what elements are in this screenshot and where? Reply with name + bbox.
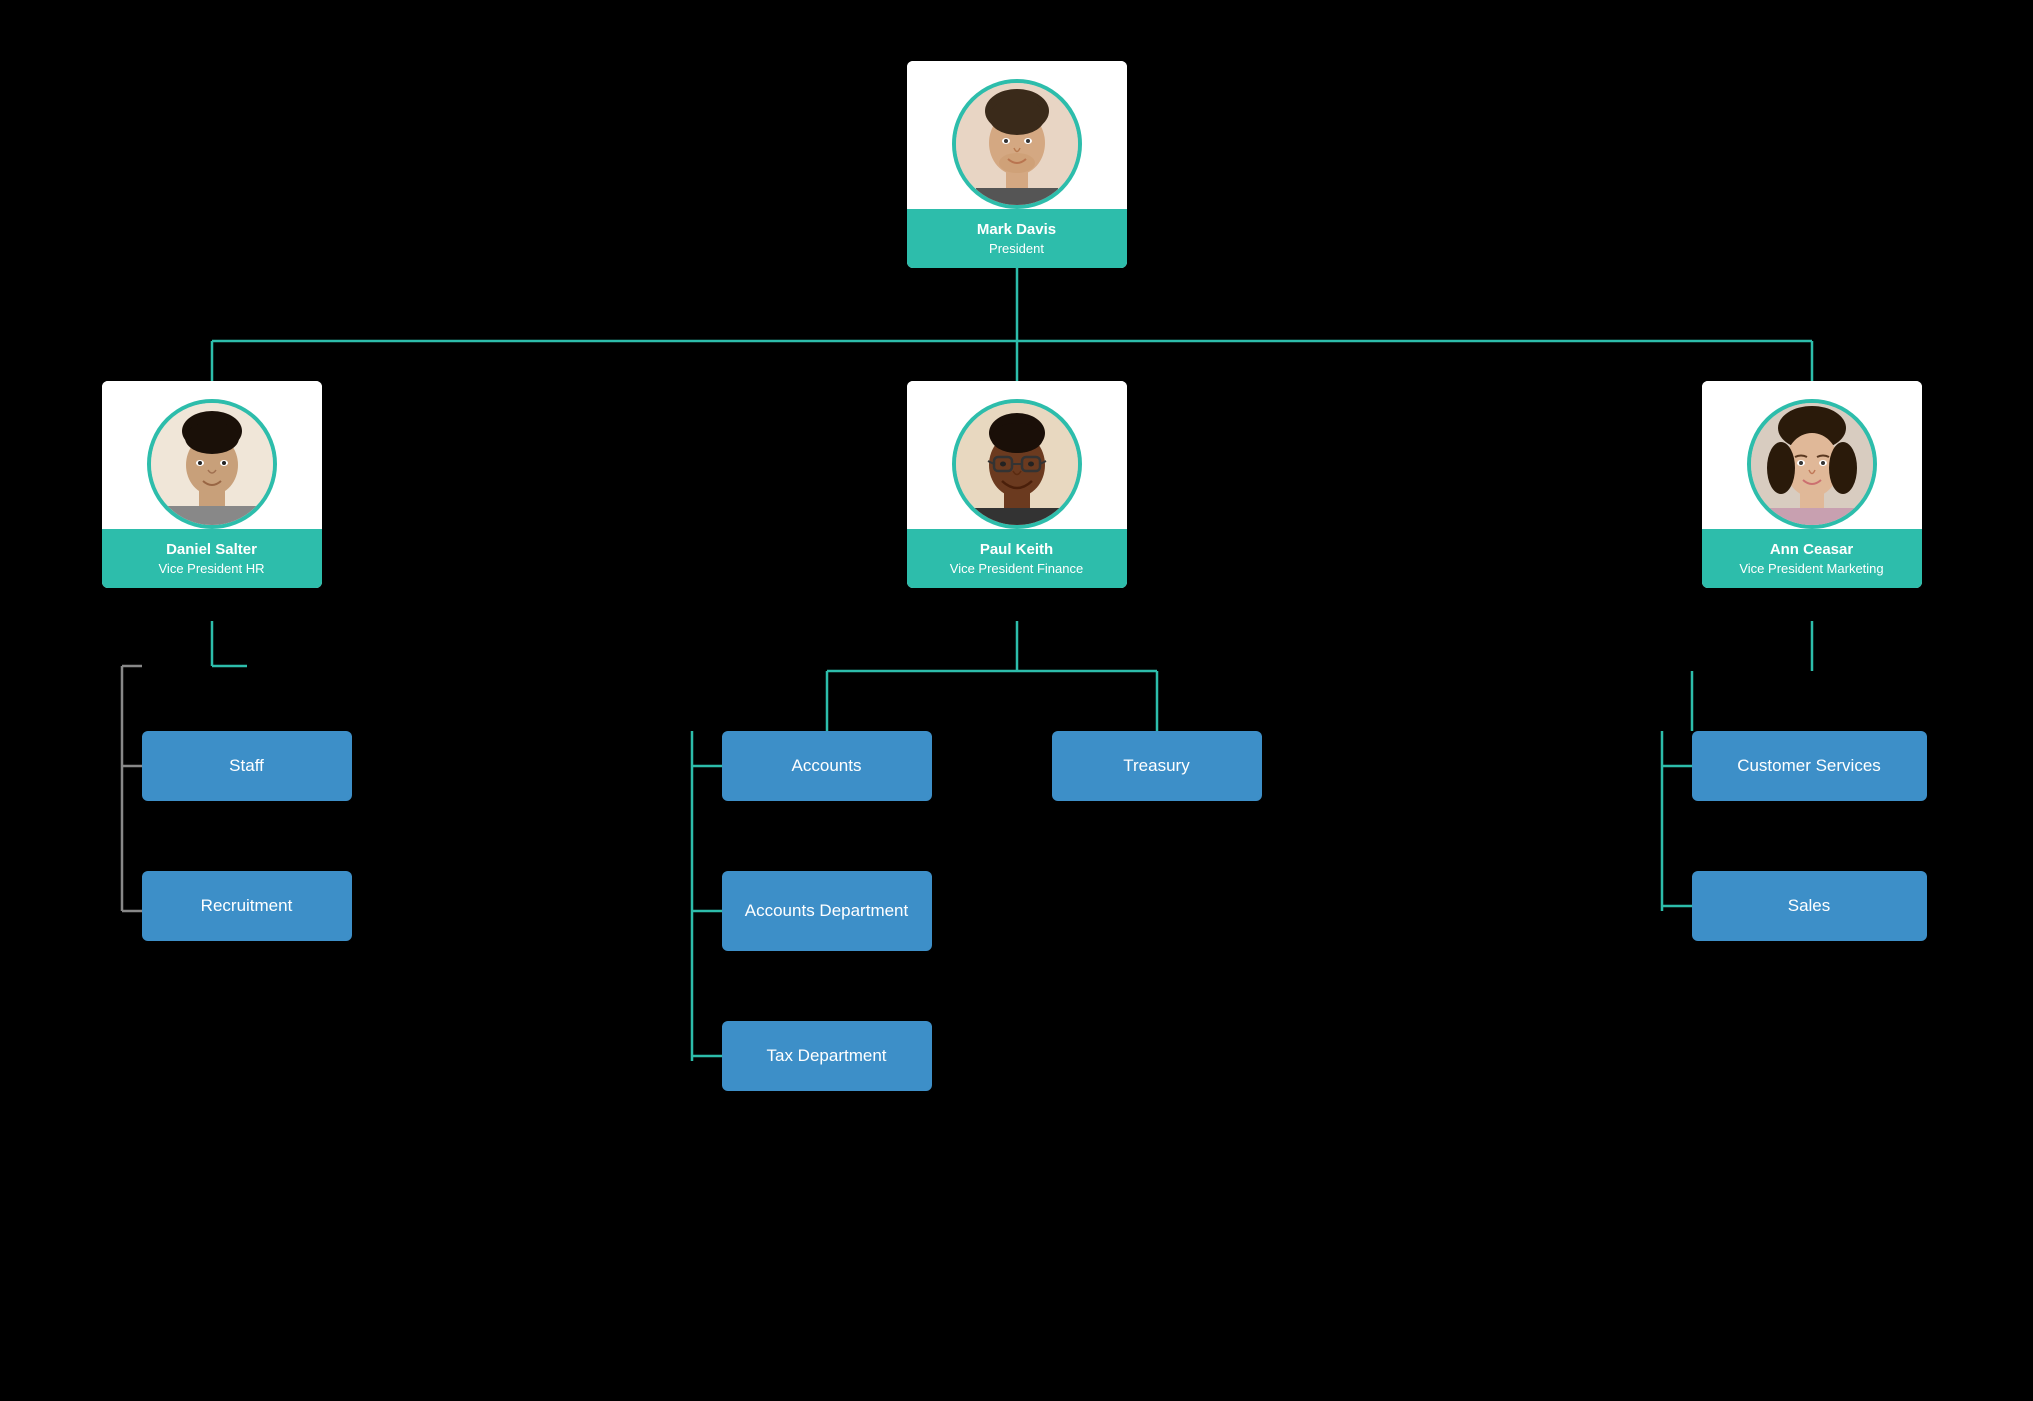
dept-box-custserv: Customer Services [1692,731,1927,801]
avatar-wrap-paul [907,381,1127,529]
card-label-paul: Paul Keith Vice President Finance [907,529,1127,588]
org-chart: Mark Davis President [42,31,1992,1371]
dept-label-recruitment: Recruitment [201,896,293,916]
dept-label-custserv: Customer Services [1737,756,1881,776]
avatar-wrap-daniel [102,381,322,529]
person-title-paul: Vice President Finance [915,560,1119,578]
avatar-daniel [147,399,277,529]
dept-box-treasury: Treasury [1052,731,1262,801]
person-name-ann: Ann Ceasar [1710,539,1914,560]
avatar-paul [952,399,1082,529]
card-label-daniel: Daniel Salter Vice President HR [102,529,322,588]
avatar-mark [952,79,1082,209]
dept-label-sales: Sales [1788,896,1831,916]
card-label-ann: Ann Ceasar Vice President Marketing [1702,529,1922,588]
person-card-daniel: Daniel Salter Vice President HR [102,381,322,588]
person-name-daniel: Daniel Salter [110,539,314,560]
person-card-mark: Mark Davis President [907,61,1127,268]
person-title-ann: Vice President Marketing [1710,560,1914,578]
person-name-paul: Paul Keith [915,539,1119,560]
person-card-paul: Paul Keith Vice President Finance [907,381,1127,588]
dept-box-accdept: Accounts Department [722,871,932,951]
dept-box-recruitment: Recruitment [142,871,352,941]
person-card-ann: Ann Ceasar Vice President Marketing [1702,381,1922,588]
dept-box-sales: Sales [1692,871,1927,941]
card-label-mark: Mark Davis President [907,209,1127,268]
dept-box-taxdept: Tax Department [722,1021,932,1091]
person-title-daniel: Vice President HR [110,560,314,578]
dept-box-staff: Staff [142,731,352,801]
dept-label-accounts: Accounts [792,756,862,776]
avatar-wrap-ann [1702,381,1922,529]
dept-label-staff: Staff [229,756,264,776]
dept-label-accdept: Accounts Department [745,901,908,921]
dept-box-accounts: Accounts [722,731,932,801]
avatar-ann [1747,399,1877,529]
dept-label-taxdept: Tax Department [767,1046,887,1066]
person-title-mark: President [915,240,1119,258]
avatar-wrap-mark [907,61,1127,209]
dept-label-treasury: Treasury [1123,756,1189,776]
person-name-mark: Mark Davis [915,219,1119,240]
